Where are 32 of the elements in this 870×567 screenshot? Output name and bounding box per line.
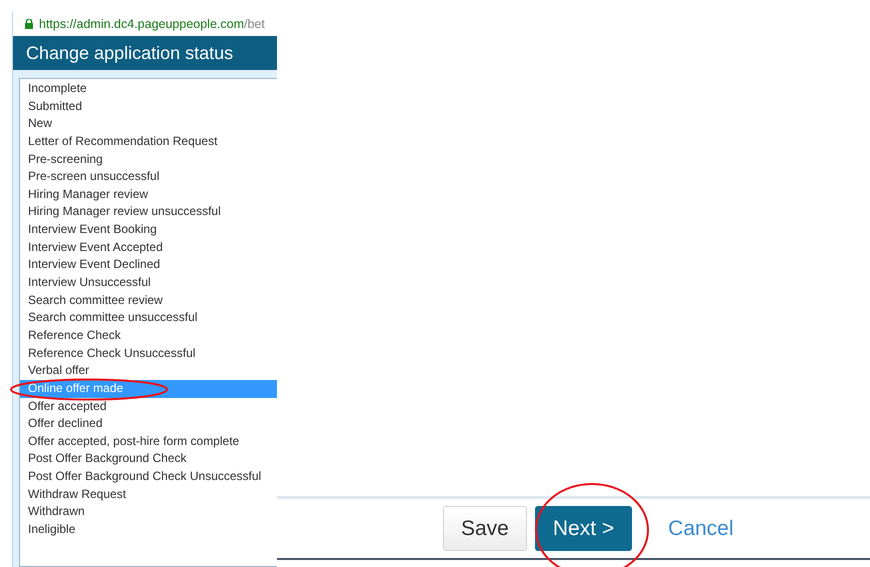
status-option[interactable]: Offer accepted, post-hire form complete xyxy=(20,432,277,450)
status-listbox[interactable] xyxy=(19,78,277,567)
status-option[interactable]: Withdraw Request xyxy=(20,486,277,504)
status-option[interactable]: Post Offer Background Check xyxy=(20,450,277,468)
status-option[interactable]: Ineligible xyxy=(20,521,277,539)
status-option[interactable]: Reference Check Unsuccessful xyxy=(20,344,277,362)
status-option[interactable]: Interview Event Declined xyxy=(20,256,277,274)
status-option[interactable]: Interview Event Booking xyxy=(20,221,277,239)
status-option[interactable]: Offer declined xyxy=(20,415,277,433)
status-option[interactable]: Pre-screen unsuccessful xyxy=(20,168,277,186)
cancel-link[interactable]: Cancel xyxy=(638,506,764,551)
status-option[interactable]: Reference Check xyxy=(20,326,277,345)
address-bar[interactable]: https://admin.dc4.pageuppeople.com/bet xyxy=(13,12,277,36)
status-option[interactable]: Hiring Manager review unsuccessful xyxy=(20,203,277,222)
save-button[interactable]: Save xyxy=(443,506,527,551)
lock-icon xyxy=(25,19,33,29)
status-option[interactable]: Interview Event Accepted xyxy=(20,238,277,256)
status-option[interactable]: Hiring Manager review xyxy=(20,186,277,204)
dialog-title: Change application status xyxy=(13,36,277,70)
status-option[interactable]: Submitted xyxy=(20,98,277,116)
status-option[interactable]: Post Offer Background Check Unsuccessful xyxy=(20,468,277,486)
status-option[interactable]: Pre-screening xyxy=(20,150,277,168)
status-option[interactable]: Incomplete xyxy=(20,80,277,98)
status-option[interactable]: Offer accepted xyxy=(20,398,277,416)
status-option[interactable]: Verbal offer xyxy=(20,362,277,380)
status-option[interactable]: New xyxy=(20,115,277,133)
status-option[interactable]: Interview Unsuccessful xyxy=(20,274,277,292)
next-button[interactable]: Next > xyxy=(534,506,632,551)
status-option[interactable]: Search committee unsuccessful xyxy=(20,309,277,327)
status-option[interactable]: Search committee review xyxy=(20,292,277,310)
status-option[interactable]: Letter of Recommendation Request xyxy=(20,132,277,151)
status-option[interactable]: Withdrawn xyxy=(20,503,277,522)
